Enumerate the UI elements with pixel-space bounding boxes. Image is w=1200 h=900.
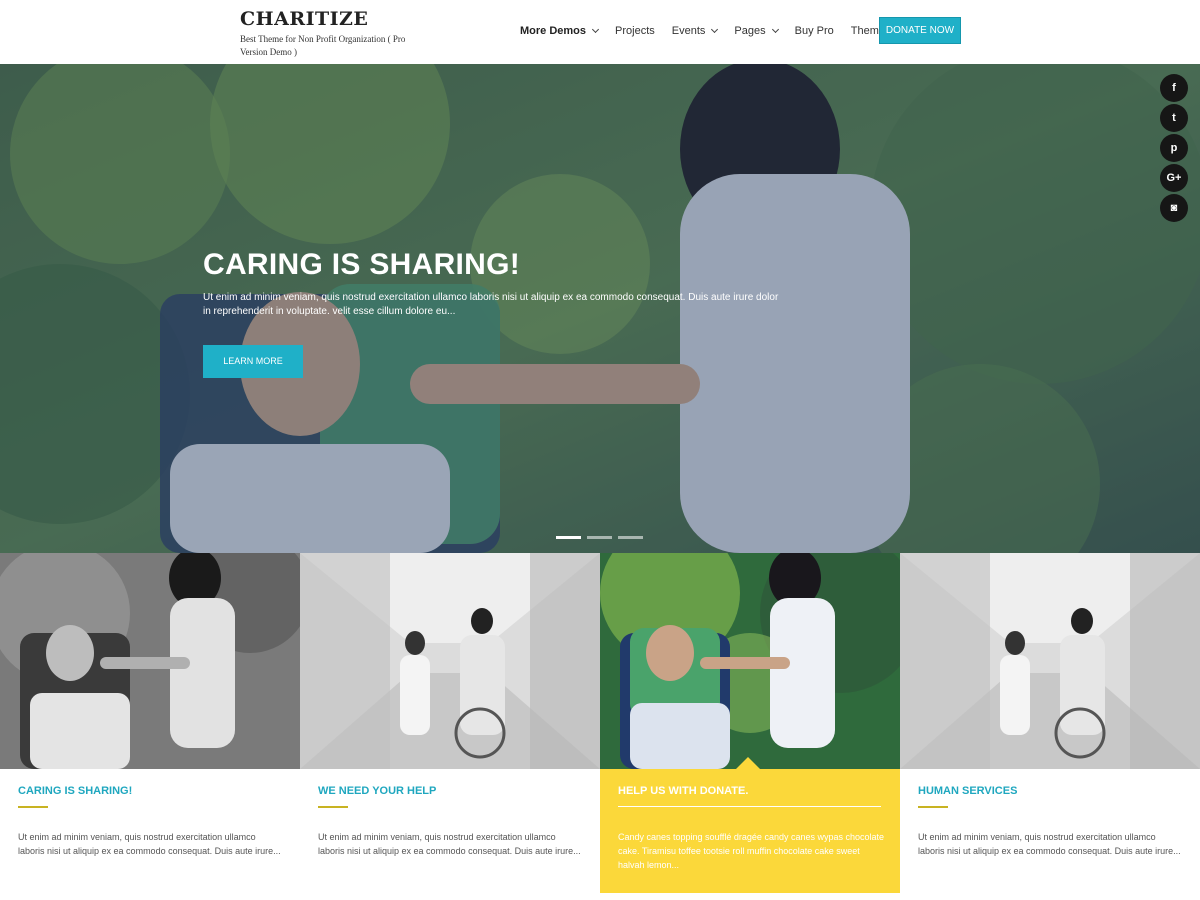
chevron-down-icon: [711, 25, 719, 33]
card-help-us-with-donate[interactable]: HELP US WITH DONATE. Candy canes topping…: [600, 553, 900, 900]
nav-item-events[interactable]: Events: [671, 24, 719, 37]
twitter-icon[interactable]: t: [1160, 104, 1188, 132]
slider-dot-1[interactable]: [556, 536, 581, 539]
pinterest-icon[interactable]: p: [1160, 134, 1188, 162]
donate-now-button[interactable]: DONATE NOW: [879, 17, 961, 44]
hero-description: Ut enim ad minim veniam, quis nostrud ex…: [203, 292, 779, 317]
nav-item-label: Events: [671, 24, 706, 37]
chevron-down-icon: [591, 25, 600, 33]
slider-pagination: [556, 536, 649, 539]
brand-tagline: Best Theme for Non Profit Organization (…: [240, 34, 406, 57]
social-links: f t p G+ ◙: [1160, 74, 1188, 224]
instagram-icon[interactable]: ◙: [1160, 194, 1188, 222]
card-title[interactable]: CARING IS SHARING!: [18, 785, 132, 797]
slider-dot-2[interactable]: [587, 536, 612, 539]
card-image: [300, 553, 600, 769]
nav-item-pages[interactable]: Pages: [734, 24, 779, 37]
card-image: [900, 553, 1200, 769]
hero-slider: CARING IS SHARING! Ut enim ad minim veni…: [0, 64, 1200, 553]
learn-more-button[interactable]: LEARN MORE: [203, 345, 303, 378]
card-pointer: [736, 757, 760, 769]
card-text: Candy canes topping soufflé dragée candy…: [618, 832, 885, 870]
card-body: HELP US WITH DONATE. Candy canes topping…: [600, 757, 900, 893]
nav-item-label: More Demos: [520, 24, 587, 37]
card-body: WE NEED YOUR HELP Ut enim ad minim venia…: [300, 769, 600, 900]
slider-dot-3[interactable]: [618, 536, 643, 539]
card-caring-is-sharing[interactable]: CARING IS SHARING! Ut enim ad minim veni…: [0, 553, 300, 900]
card-image: [0, 553, 300, 769]
nav-item-label: Buy Pro: [794, 24, 834, 37]
title-underline: [318, 806, 348, 808]
card-title[interactable]: HELP US WITH DONATE.: [618, 785, 748, 797]
main-nav: More Demos Projects Events Pages Buy Pro…: [520, 17, 920, 44]
brand-title[interactable]: CHARITIZE: [240, 8, 415, 30]
card-text: Ut enim ad minim veniam, quis nostrud ex…: [18, 832, 281, 856]
brand[interactable]: CHARITIZE Best Theme for Non Profit Orga…: [240, 8, 415, 59]
site-header: CHARITIZE Best Theme for Non Profit Orga…: [0, 0, 1200, 64]
google-plus-icon[interactable]: G+: [1160, 164, 1188, 192]
nav-item-more-demos[interactable]: More Demos: [520, 24, 600, 37]
nav-item-label: Projects: [615, 24, 655, 37]
card-title[interactable]: HUMAN SERVICES: [918, 785, 1017, 797]
chevron-down-icon: [771, 25, 779, 33]
nav-item-label: Pages: [734, 24, 766, 37]
title-underline: [618, 806, 881, 807]
facebook-icon[interactable]: f: [1160, 74, 1188, 102]
feature-cards: CARING IS SHARING! Ut enim ad minim veni…: [0, 553, 1200, 900]
nav-item-projects[interactable]: Projects: [615, 25, 655, 37]
card-text: Ut enim ad minim veniam, quis nostrud ex…: [918, 832, 1181, 856]
nav-item-buy-pro[interactable]: Buy Pro: [795, 25, 834, 37]
card-title[interactable]: WE NEED YOUR HELP: [318, 785, 436, 797]
card-body: HUMAN SERVICES Ut enim ad minim veniam, …: [900, 769, 1200, 900]
card-human-services[interactable]: HUMAN SERVICES Ut enim ad minim veniam, …: [900, 553, 1200, 900]
card-image: [600, 553, 900, 769]
title-underline: [18, 806, 48, 808]
card-we-need-your-help[interactable]: WE NEED YOUR HELP Ut enim ad minim venia…: [300, 553, 600, 900]
title-underline: [918, 806, 948, 808]
card-body: CARING IS SHARING! Ut enim ad minim veni…: [0, 769, 300, 900]
card-text: Ut enim ad minim veniam, quis nostrud ex…: [318, 832, 581, 856]
hero-title: CARING IS SHARING!: [203, 248, 521, 281]
